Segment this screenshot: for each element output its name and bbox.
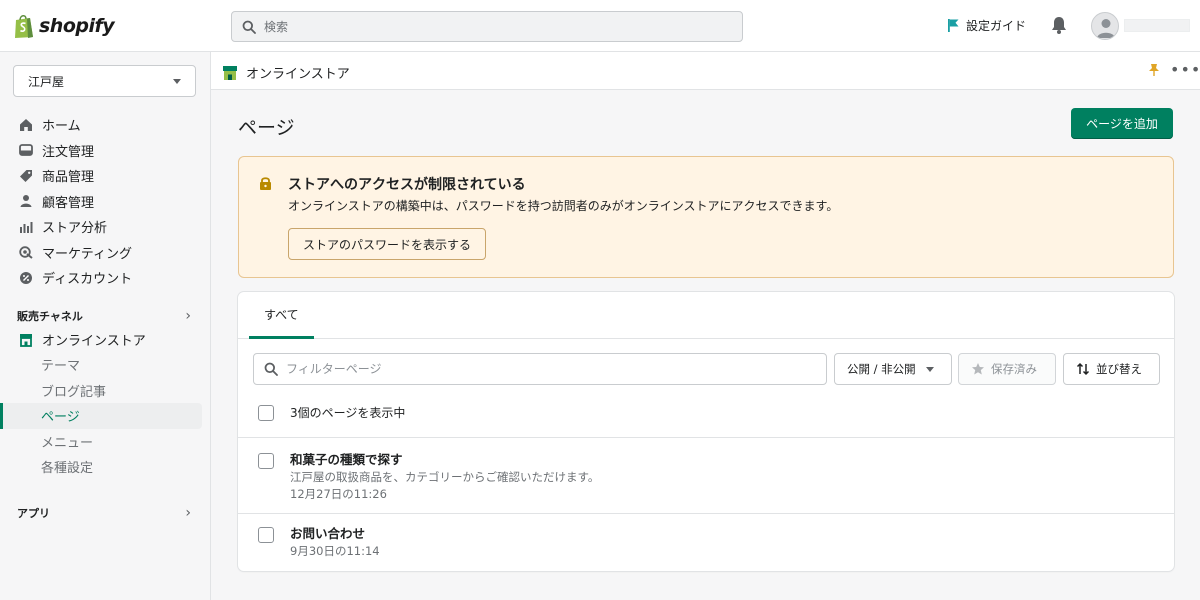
password-protection-banner: ストアへのアクセスが制限されている オンラインストアの構築中は、パスワードを持つ… [238, 156, 1174, 278]
page-title-link[interactable]: お問い合わせ [290, 525, 380, 543]
home-icon [20, 118, 32, 131]
subnav-item-menus[interactable]: メニュー [0, 429, 211, 455]
saved-label: 保存済み [991, 362, 1037, 376]
sidebar: 江戸屋 ホーム 注文管理 商品管理 顧客管理 ストア分析 マーケティング ディス… [0, 52, 211, 600]
divider [238, 513, 1174, 514]
pages-card: すべて 公開 / 非公開 保存済み 並び替え 3個のページを表示中 和菓子の種類… [238, 292, 1174, 571]
sort-icon [1076, 362, 1090, 376]
table-row[interactable]: お問い合わせ 9月30日の11:14 [258, 525, 380, 560]
banner-description: オンラインストアの構築中は、パスワードを持つ訪問者のみがオンラインストアにアクセ… [288, 199, 839, 213]
nav-item-orders[interactable]: 注文管理 [0, 138, 211, 164]
subnav-item-blog-posts[interactable]: ブログ記事 [0, 378, 211, 404]
nav-label: ホーム [42, 119, 81, 135]
search-icon [264, 362, 278, 376]
shopify-bag-icon [15, 15, 33, 38]
notifications-button[interactable] [1050, 15, 1068, 39]
chevron-right-icon: › [185, 505, 191, 521]
apps-label: アプリ [17, 507, 50, 520]
breadcrumb-label: オンラインストア [246, 67, 350, 82]
saved-button[interactable]: 保存済み [958, 353, 1056, 385]
nav-label: ディスカウント [42, 272, 133, 288]
chevron-right-icon: › [185, 308, 191, 324]
account-name-placeholder[interactable] [1124, 19, 1190, 32]
tabs: すべて [238, 292, 1174, 339]
tab-all[interactable]: すべて [249, 292, 314, 339]
tag-icon [20, 169, 32, 182]
nav-label: マーケティング [42, 246, 132, 262]
nav-item-home[interactable]: ホーム [0, 112, 211, 138]
search-input[interactable] [264, 19, 724, 34]
user-avatar[interactable] [1091, 12, 1119, 40]
showing-count-label: 3個のページを表示中 [290, 406, 406, 420]
setup-guide-link[interactable]: 設定ガイド [946, 17, 1026, 34]
storefront-icon [20, 333, 32, 347]
search-bar[interactable] [231, 11, 743, 42]
page-description: 江戸屋の取扱商品を、カテゴリーからご確認いただけます。 [290, 470, 600, 484]
row-checkbox[interactable] [258, 453, 274, 469]
sort-button[interactable]: 並び替え [1063, 353, 1160, 385]
lock-icon [260, 177, 271, 190]
more-actions-icon[interactable]: ••• [1170, 60, 1200, 79]
star-icon [972, 363, 984, 375]
nav-item-analytics[interactable]: ストア分析 [0, 214, 211, 240]
caret-down-icon [173, 78, 181, 84]
show-password-button[interactable]: ストアのパスワードを表示する [288, 228, 487, 260]
user-icon [1097, 19, 1115, 38]
page-date: 12月27日の11:26 [290, 487, 387, 501]
nav-label: オンラインストア [42, 334, 146, 350]
subnav-item-themes[interactable]: テーマ [0, 352, 211, 378]
subnav-item-pages[interactable]: ページ [0, 403, 202, 429]
visibility-filter-label: 公開 / 非公開 [847, 362, 916, 376]
apps-header[interactable]: アプリ › [17, 505, 191, 521]
store-name: 江戸屋 [28, 74, 65, 89]
select-all-checkbox[interactable] [258, 404, 274, 421]
discount-icon [20, 271, 32, 284]
bell-icon [1052, 17, 1066, 34]
page-date: 9月30日の11:14 [290, 544, 380, 558]
nav-label: 注文管理 [42, 144, 95, 160]
nav-item-discounts[interactable]: ディスカウント [0, 265, 211, 291]
top-bar: shopify 設定ガイド [0, 0, 1200, 52]
page-title: ページ [238, 117, 295, 139]
nav-label: 顧客管理 [42, 195, 95, 211]
setup-guide-label: 設定ガイド [966, 19, 1027, 33]
flag-icon [948, 19, 959, 32]
add-page-button[interactable]: ページを追加 [1071, 108, 1173, 139]
person-icon [20, 195, 32, 208]
storefront-icon [223, 65, 237, 80]
main-nav: ホーム 注文管理 商品管理 顧客管理 ストア分析 マーケティング ディスカウント [0, 112, 211, 291]
nav-item-customers[interactable]: 顧客管理 [0, 189, 211, 215]
page-title-link[interactable]: 和菓子の種類で探す [290, 451, 599, 469]
filter-input[interactable] [286, 362, 806, 376]
shopify-wordmark: shopify [39, 15, 115, 37]
sales-channels-header[interactable]: 販売チャネル › [17, 308, 191, 324]
marketing-icon [19, 246, 33, 260]
row-checkbox[interactable] [258, 527, 274, 543]
orders-icon [19, 144, 33, 157]
analytics-icon [20, 221, 33, 233]
store-selector[interactable]: 江戸屋 [13, 65, 196, 97]
nav-label: ストア分析 [42, 221, 108, 237]
sales-channels-label: 販売チャネル [17, 310, 83, 323]
divider [238, 437, 1174, 438]
banner-title: ストアへのアクセスが制限されている [288, 177, 526, 193]
caret-down-icon [925, 366, 934, 372]
table-row[interactable]: 和菓子の種類で探す 江戸屋の取扱商品を、カテゴリーからご確認いただけます。 12… [258, 451, 599, 503]
subnav-item-preferences[interactable]: 各種設定 [0, 454, 211, 480]
nav-item-online-store[interactable]: オンラインストア [0, 327, 211, 353]
context-bar: オンラインストア ••• [211, 52, 1200, 90]
nav-item-products[interactable]: 商品管理 [0, 163, 211, 189]
select-all-row: 3個のページを表示中 [258, 404, 405, 421]
visibility-filter-button[interactable]: 公開 / 非公開 [834, 353, 952, 385]
nav-label: 商品管理 [42, 170, 95, 186]
shopify-logo[interactable]: shopify [13, 13, 115, 39]
breadcrumb[interactable]: オンラインストア [222, 63, 350, 82]
filter-bar[interactable] [253, 353, 827, 385]
search-icon [242, 20, 256, 34]
online-store-subnav: テーマ ブログ記事 ページ メニュー 各種設定 [0, 352, 211, 480]
nav-item-marketing[interactable]: マーケティング [0, 240, 211, 266]
sort-label: 並び替え [1096, 362, 1142, 376]
pin-icon[interactable] [1148, 63, 1160, 77]
